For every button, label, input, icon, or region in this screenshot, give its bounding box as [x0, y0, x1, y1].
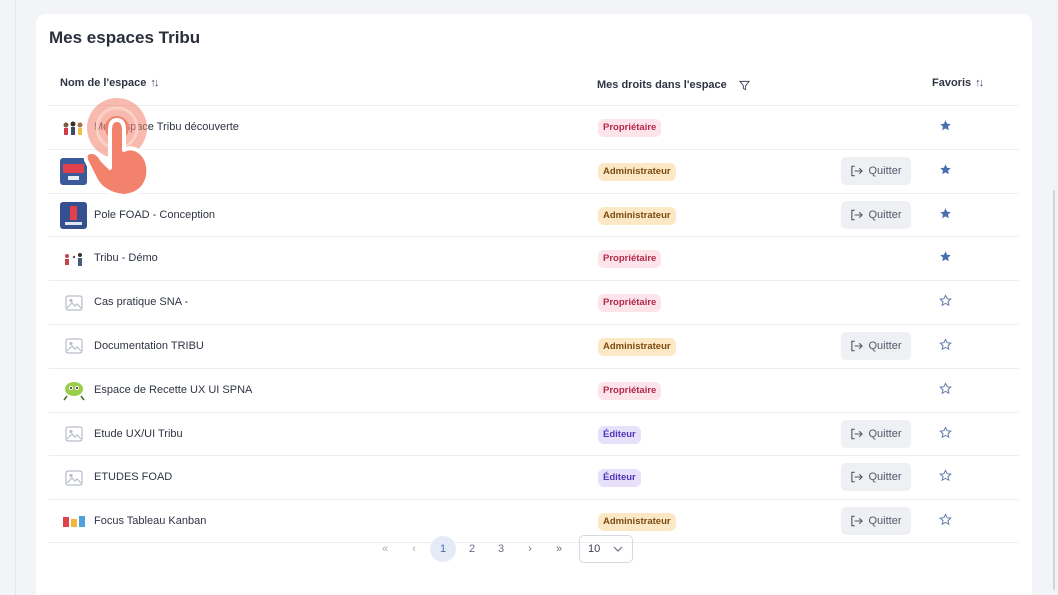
table-row[interactable]: ETUDES FOAD Éditeur Quitter: [49, 455, 1019, 499]
last-page-button[interactable]: »: [546, 536, 572, 562]
table-row[interactable]: Mon espace Tribu découverte Propriétaire: [49, 105, 1019, 149]
previous-page-button[interactable]: ‹: [401, 536, 427, 562]
spaces-table: Mon espace Tribu découvertePropriétaireP…: [49, 105, 1019, 543]
role-badge: Administrateur: [598, 337, 676, 356]
star-outline-icon[interactable]: [939, 381, 953, 396]
column-header-name[interactable]: Nom de l'espace ↑↓: [60, 77, 159, 89]
table-row[interactable]: Cas pratique SNA - Propriétaire: [49, 280, 1019, 324]
column-header-favorites-label: Favoris: [932, 77, 972, 89]
space-name-link[interactable]: Documentation TRIBU: [94, 340, 204, 352]
table-row[interactable]: Espace de Recette UX UI SPNA Propriétaire: [49, 367, 1019, 412]
page-size-value: 10: [588, 543, 601, 555]
table-row[interactable]: Tribu - Démo Propriétaire: [49, 236, 1019, 280]
image-placeholder-icon: [60, 464, 87, 491]
tap-gesture-icon: [83, 98, 151, 198]
quit-button[interactable]: Quitter: [841, 200, 911, 229]
star-outline-icon[interactable]: [939, 425, 953, 440]
space-thumbnail: [60, 508, 87, 535]
column-header-name-label: Nom de l'espace: [60, 77, 147, 89]
page-button-2[interactable]: 2: [459, 536, 485, 562]
space-name-link[interactable]: Focus Tableau Kanban: [94, 515, 206, 527]
filter-icon[interactable]: [738, 80, 750, 91]
column-header-rights[interactable]: Mes droits dans l'espace: [597, 79, 750, 91]
star-outline-icon[interactable]: [939, 513, 953, 527]
quit-button[interactable]: Quitter: [841, 507, 911, 536]
exit-icon: [850, 428, 864, 440]
pagination: « ‹ 1 2 3 › » 10: [372, 535, 633, 563]
quit-button[interactable]: Quitter: [841, 331, 911, 360]
role-badge: Éditeur: [598, 425, 641, 444]
role-badge: Propriétaire: [598, 294, 662, 313]
space-name-link[interactable]: Tribu - Démo: [94, 252, 158, 264]
card-title: Mes espaces Tribu: [49, 28, 201, 47]
left-sidebar-edge: [0, 0, 16, 595]
star-outline-icon[interactable]: [939, 469, 953, 483]
star-outline-icon[interactable]: [939, 294, 953, 308]
page-button-3[interactable]: 3: [488, 536, 514, 562]
exit-icon: [850, 165, 864, 177]
image-placeholder-icon: [60, 421, 87, 448]
quit-button[interactable]: Quitter: [841, 156, 911, 185]
chevron-down-icon: [613, 543, 623, 555]
exit-icon: [850, 515, 864, 527]
page-size-select[interactable]: 10: [579, 535, 633, 563]
space-name-link[interactable]: Etude UX/UI Tribu: [94, 428, 183, 440]
quit-button-label: Quitter: [868, 515, 902, 528]
quit-button[interactable]: Quitter: [841, 419, 911, 448]
table-row[interactable]: Etude UX/UI Tribu Éditeur Quitter: [49, 411, 1019, 456]
sort-icon[interactable]: ↑↓: [150, 77, 159, 89]
next-page-button[interactable]: ›: [517, 536, 543, 562]
star-filled-icon[interactable]: [939, 207, 953, 221]
exit-icon: [850, 471, 864, 483]
exit-icon: [850, 340, 864, 352]
role-badge: Propriétaire: [598, 119, 662, 137]
star-filled-icon[interactable]: [939, 250, 953, 264]
role-badge: Administrateur: [598, 206, 676, 225]
scrollbar[interactable]: [1053, 190, 1055, 590]
column-header-rights-label: Mes droits dans l'espace: [597, 79, 727, 91]
sort-icon[interactable]: ↑↓: [975, 77, 984, 89]
star-filled-icon[interactable]: [939, 119, 953, 133]
exit-icon: [850, 209, 864, 221]
table-row[interactable]: Documentation TRIBU Administrateur Quitter: [49, 323, 1019, 368]
quit-button-label: Quitter: [868, 208, 902, 221]
column-header-favorites[interactable]: Favoris ↑↓: [932, 77, 984, 89]
quit-button-label: Quitter: [868, 164, 902, 177]
quit-button-label: Quitter: [868, 427, 902, 440]
table-row[interactable]: PAdministrateurQuitter: [49, 148, 1019, 193]
role-badge: Éditeur: [598, 469, 641, 488]
page-button-1[interactable]: 1: [430, 536, 456, 562]
image-placeholder-icon: [60, 333, 87, 360]
role-badge: Administrateur: [598, 513, 676, 532]
space-thumbnail: [60, 245, 87, 272]
first-page-button[interactable]: «: [372, 536, 398, 562]
quit-button-label: Quitter: [868, 471, 902, 484]
quit-button-label: Quitter: [868, 339, 902, 352]
star-outline-icon[interactable]: [939, 338, 953, 352]
star-filled-icon[interactable]: [939, 163, 953, 177]
image-placeholder-icon: [60, 289, 87, 316]
role-badge: Propriétaire: [598, 381, 662, 400]
role-badge: Administrateur: [598, 162, 676, 181]
role-badge: Propriétaire: [598, 250, 662, 269]
spaces-card: Mes espaces Tribu Nom de l'espace ↑↓ Mes…: [36, 14, 1032, 595]
space-thumbnail: [60, 377, 87, 404]
table-row[interactable]: Pole FOAD - Conception Administrateur Quit…: [49, 192, 1019, 237]
space-name-link[interactable]: Pole FOAD - Conception: [94, 209, 215, 221]
space-name-link[interactable]: Espace de Recette UX UI SPNA: [94, 384, 252, 396]
space-name-link[interactable]: Cas pratique SNA -: [94, 296, 188, 308]
space-name-link[interactable]: ETUDES FOAD: [94, 471, 172, 483]
quit-button[interactable]: Quitter: [841, 463, 911, 492]
